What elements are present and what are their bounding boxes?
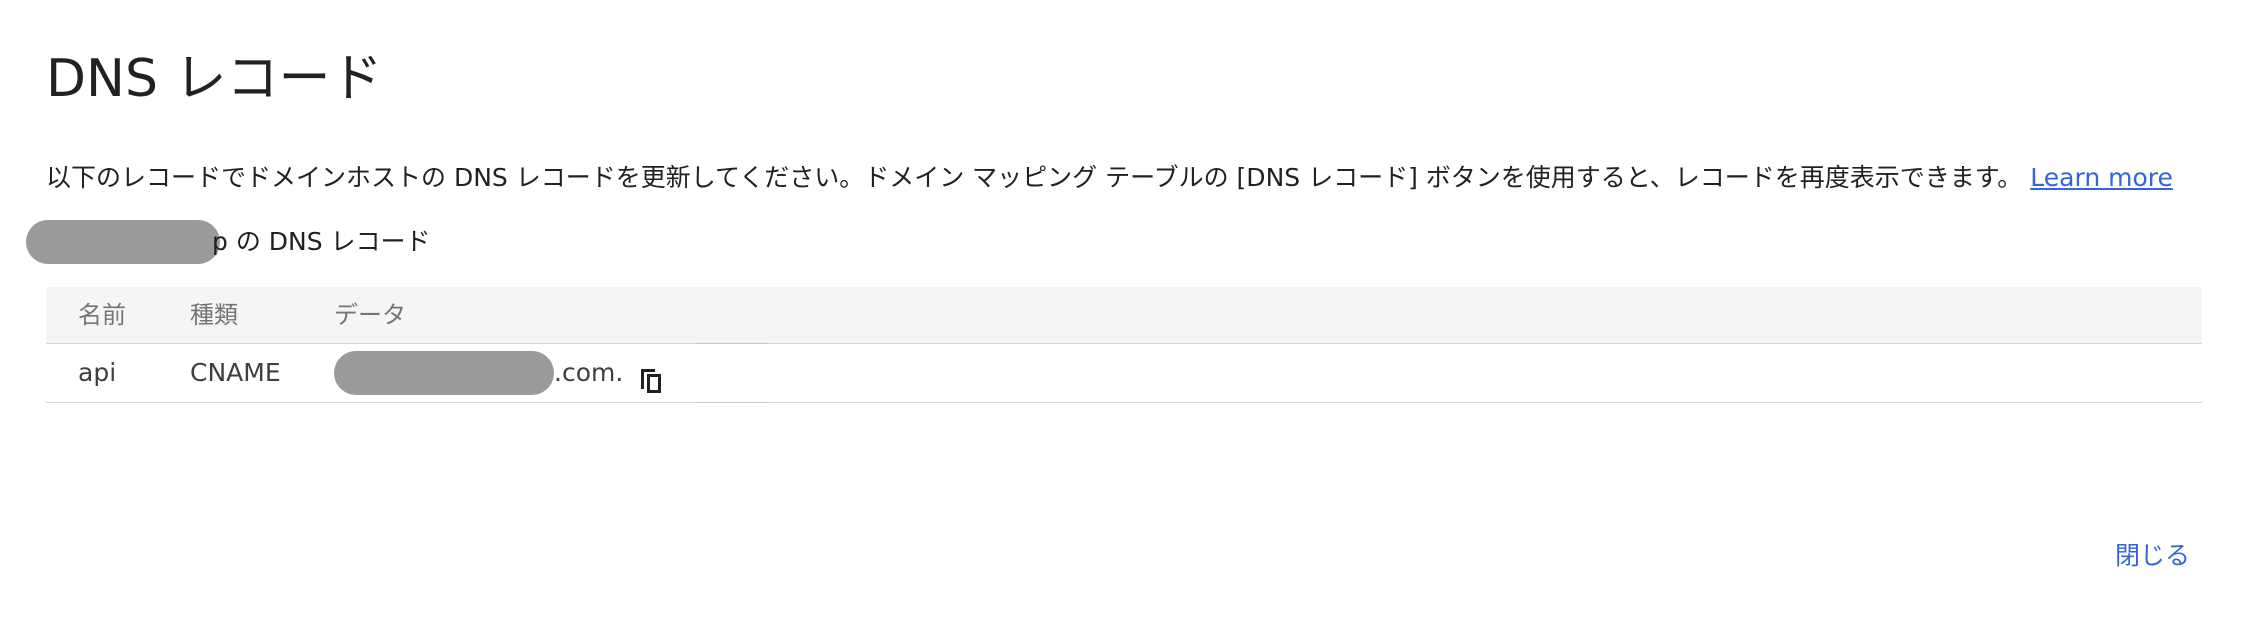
description-text: 以下のレコードでドメインホストの DNS レコードを更新してください。ドメイン … — [46, 163, 2023, 192]
dns-records-table: 名前 種類 データ api CNAME .com. — [46, 287, 2202, 403]
redacted-domain — [26, 220, 220, 264]
cell-data: .com. — [334, 344, 665, 402]
close-button[interactable]: 閉じる — [2109, 532, 2196, 576]
dns-records-dialog: DNS レコード 以下のレコードでドメインホストの DNS レコードを更新してく… — [0, 0, 2246, 618]
redacted-host — [334, 351, 554, 395]
row-divider-mark — [696, 402, 768, 403]
cell-name: api — [78, 358, 117, 387]
copy-icon[interactable] — [637, 358, 665, 393]
table-header: 名前 種類 データ — [46, 287, 2202, 344]
data-suffix: .com. — [554, 358, 624, 387]
header-name: 名前 — [78, 301, 126, 329]
cell-type: CNAME — [190, 358, 281, 387]
dialog-title: DNS レコード — [46, 49, 383, 109]
dialog-description: 以下のレコードでドメインホストの DNS レコードを更新してください。ドメイン … — [46, 158, 2206, 198]
header-data: データ — [334, 301, 406, 329]
table-row: api CNAME .com. — [46, 344, 2202, 403]
header-type: 種類 — [190, 301, 238, 329]
subtitle-text: p の DNS レコード — [212, 227, 431, 256]
learn-more-link[interactable]: Learn more — [2030, 163, 2173, 192]
records-subtitle: p の DNS レコード — [26, 220, 431, 264]
